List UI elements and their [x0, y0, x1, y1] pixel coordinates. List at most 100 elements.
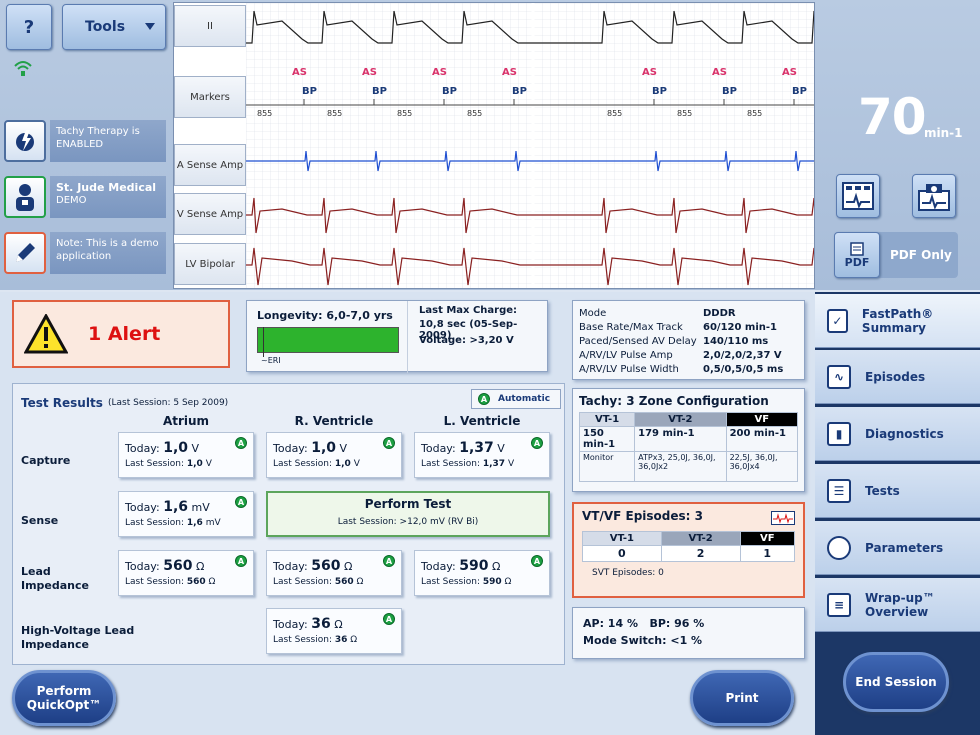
marker-bp: BP: [372, 86, 387, 97]
channel-label-a-sense[interactable]: A Sense Amp: [174, 144, 246, 186]
nav-diagnostics[interactable]: ▮ Diagnostics: [815, 407, 980, 461]
nav-label: Parameters: [865, 540, 944, 555]
tachy-therapy-box[interactable]: Tachy Therapy is ENABLED: [4, 118, 166, 164]
impedance-lv-cell[interactable]: A Today: 590 Ω Last Session: 590 Ω: [414, 550, 550, 596]
unit: V: [497, 442, 505, 455]
last-session-label: Last Session:: [273, 459, 332, 469]
tachy-therapy-icon: [4, 120, 46, 162]
impedance-lv-today: 590: [459, 558, 489, 574]
episode-count: 1: [739, 545, 795, 562]
channel-label-v-sense[interactable]: V Sense Amp: [174, 193, 246, 235]
last-max-charge-label: Last Max Charge:: [419, 305, 518, 316]
pulse-amp-value: 2,0/2,0/2,37 V: [703, 350, 782, 361]
unit: V: [339, 442, 348, 455]
nav-episodes[interactable]: ∿ Episodes: [815, 350, 980, 404]
last-session-label: Last Session:: [421, 577, 480, 587]
sense-atrium-cell[interactable]: A Today: 1,6 mV Last Session: 1,6 mV: [118, 491, 254, 537]
interval-label: 855: [257, 109, 272, 118]
marker-as: AS: [782, 67, 797, 78]
freeze-capture-button[interactable]: [912, 174, 956, 218]
unit: Ω: [208, 577, 216, 587]
capture-atrium-cell[interactable]: A Today: 1,0 V Last Session: 1,0 V: [118, 432, 254, 478]
capture-lv-today: 1,37: [459, 440, 494, 456]
episodes-panel[interactable]: VT/VF Episodes: 3 VT-1 VT-2 VF 0 2 1 SVT…: [572, 502, 805, 598]
pacing-percent-panel[interactable]: AP: 14 % BP: 96 % Mode Switch: <1 %: [572, 607, 805, 659]
heart-rate-value: 70: [858, 88, 927, 146]
capture-lv-cell[interactable]: A Today: 1,37 V Last Session: 1,37 V: [414, 432, 550, 478]
clipboard-icon: ☰: [827, 478, 851, 503]
mode-value: DDDR: [703, 308, 736, 319]
auto-check-icon: A: [478, 393, 490, 405]
unit: mV: [191, 501, 210, 514]
tachy-zone-panel[interactable]: Tachy: 3 Zone Configuration VT-1 VT-2 VF…: [572, 388, 805, 492]
eri-marker: [263, 327, 264, 357]
end-session-button[interactable]: End Session: [843, 652, 949, 712]
zone-rate: 150 min-1: [578, 426, 636, 452]
today-label: Today:: [273, 618, 308, 631]
patient-sub: DEMO: [56, 195, 87, 206]
nav-wrapup-overview[interactable]: ≡ Wrap-up™ Overview: [815, 578, 980, 632]
nav-label: Wrap-up™ Overview: [865, 590, 935, 619]
marker-as: AS: [642, 67, 657, 78]
pdf-button[interactable]: PDF: [834, 232, 880, 278]
tachy-therapy-status: Tachy Therapy is ENABLED: [50, 120, 166, 162]
marker-as: AS: [502, 67, 517, 78]
hv-impedance-cell[interactable]: A Today: 36 Ω Last Session: 36 Ω: [266, 608, 402, 654]
today-label: Today:: [125, 560, 160, 573]
status-ok-icon: A: [383, 613, 395, 625]
note-box[interactable]: Note: This is a demo application: [4, 230, 166, 276]
pdf-option[interactable]: PDF PDF Only: [834, 232, 958, 278]
automatic-toggle[interactable]: A Automatic: [471, 389, 561, 409]
today-label: Today:: [421, 560, 456, 573]
nav-tests[interactable]: ☰ Tests: [815, 464, 980, 518]
capture-rv-cell[interactable]: A Today: 1,0 V Last Session: 1,0 V: [266, 432, 402, 478]
channel-label-markers[interactable]: Markers: [174, 76, 246, 118]
interval-label: 855: [467, 109, 482, 118]
perform-test-last: Last Session: >12,0 mV (RV Bi): [337, 517, 479, 527]
nav-label: Episodes: [865, 369, 926, 384]
row-label-hv: High-Voltage Lead: [21, 624, 135, 637]
impedance-rv-cell[interactable]: A Today: 560 Ω Last Session: 560 Ω: [266, 550, 402, 596]
unit: Ω: [350, 635, 358, 645]
last-session-label: Last Session:: [125, 459, 184, 469]
status-ok-icon: A: [383, 555, 395, 567]
capture-rv-last: 1,0: [334, 459, 351, 469]
unit: V: [507, 459, 515, 469]
pdf-icon-label: PDF: [844, 255, 870, 269]
pencil-icon: [4, 232, 46, 274]
tools-dropdown[interactable]: Tools: [62, 4, 166, 50]
col-header-lv: L. Ventricle: [443, 414, 521, 428]
impedance-rv-today: 560: [311, 558, 341, 574]
perform-test-button[interactable]: Perform Test Last Session: >12,0 mV (RV …: [266, 491, 550, 537]
nav-parameters[interactable]: Parameters: [815, 521, 980, 575]
alert-box[interactable]: 1 Alert: [12, 300, 230, 368]
perform-quickopt-button[interactable]: Perform QuickOpt™: [12, 670, 116, 726]
row-label-hv-impedance: Impedance: [21, 638, 89, 651]
channel-label-ii[interactable]: II: [174, 5, 246, 47]
strip-settings-button[interactable]: [836, 174, 880, 218]
marker-bp: BP: [302, 86, 317, 97]
status-ok-icon: A: [235, 555, 247, 567]
nav-fastpath-summary[interactable]: ✓ FastPath® Summary: [815, 294, 980, 348]
help-button[interactable]: ?: [6, 4, 52, 50]
print-button[interactable]: Print: [690, 670, 794, 726]
last-session-label: Last Session:: [125, 518, 184, 528]
zone-header: VF: [739, 531, 795, 546]
row-label-lead: Lead: [21, 565, 51, 578]
interval-label: 855: [607, 109, 622, 118]
status-ok-icon: A: [235, 496, 247, 508]
marker-as: AS: [292, 67, 307, 78]
zone-therapy: ATPx3, 25,0J, 36,0J, 36,0Jx2: [634, 451, 727, 482]
perform-test-label: Perform Test: [364, 497, 452, 511]
longevity-panel[interactable]: Longevity: 6,0-7,0 yrs ~ERI Last Max Cha…: [246, 300, 548, 373]
divider: [407, 301, 408, 373]
mode-parameters-panel[interactable]: Mode DDDR Base Rate/Max Track 60/120 min-1…: [572, 300, 805, 380]
zone-header: VT-2: [660, 531, 741, 546]
nav-label: Tests: [865, 483, 900, 498]
status-ok-icon: A: [531, 437, 543, 449]
col-header-rv: R. Ventricle: [294, 414, 374, 428]
channel-label-lv-bipolar[interactable]: LV Bipolar: [174, 243, 246, 285]
patient-box[interactable]: St. Jude Medical DEMO: [4, 174, 166, 220]
impedance-atrium-cell[interactable]: A Today: 560 Ω Last Session: 560 Ω: [118, 550, 254, 596]
zone-therapy: 22,5J, 36,0J, 36,0Jx4: [725, 451, 799, 482]
